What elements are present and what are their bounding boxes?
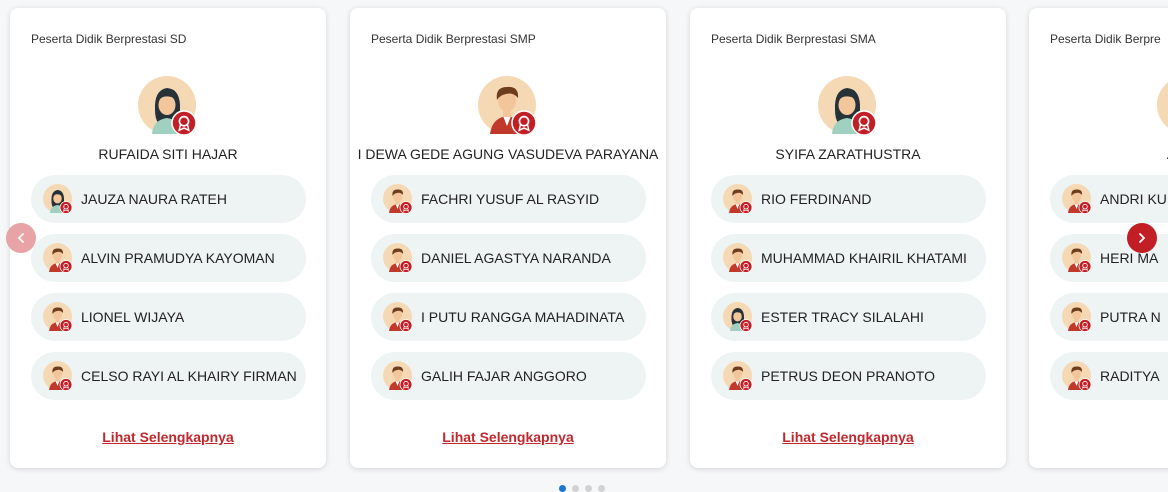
student-list-item[interactable]: MUHAMMAD KHAIRIL KHATAMI: [711, 234, 986, 282]
female-student-icon: [818, 76, 878, 136]
featured-student-name: AISYA: [1029, 146, 1168, 162]
student-name: CELSO RAYI AL KHAIRY FIRMAN: [81, 368, 297, 384]
card-title: Peserta Didik Berprestasi SD: [31, 32, 187, 46]
male-student-icon: [478, 76, 538, 136]
male-student-icon: [1062, 242, 1092, 274]
male-student-icon: [383, 360, 413, 392]
see-more-link[interactable]: Lihat Selengkapnya: [10, 429, 326, 445]
male-student-icon: [383, 242, 413, 274]
carousel-track: Peserta Didik Berprestasi SD RUFAIDA SIT…: [0, 0, 1168, 491]
student-list-item[interactable]: RADITYA: [1050, 352, 1168, 400]
student-name: ESTER TRACY SILALAHI: [761, 309, 924, 325]
featured-student-name: RUFAIDA SITI HAJAR: [98, 146, 238, 162]
chevron-left-icon: [17, 233, 24, 243]
featured-student: [350, 76, 666, 150]
chevron-right-icon: [1139, 233, 1146, 243]
student-list: JAUZA NAURA RATEH ALVIN PRAMUDYA KAYOMAN…: [31, 175, 306, 411]
male-student-icon: [723, 242, 753, 274]
see-more-link[interactable]: Lihat Selengkapnya: [350, 429, 666, 445]
student-list-item[interactable]: JAUZA NAURA RATEH: [31, 175, 306, 223]
male-student-icon: [383, 301, 413, 333]
student-list: RIO FERDINAND MUHAMMAD KHAIRIL KHATAMI E…: [711, 175, 986, 411]
student-list-item[interactable]: LIONEL WIJAYA: [31, 293, 306, 341]
student-list-item[interactable]: ESTER TRACY SILALAHI: [711, 293, 986, 341]
student-name: PUTRA N: [1100, 309, 1161, 325]
student-list-item[interactable]: ANDRI KU: [1050, 175, 1168, 223]
male-student-icon: [383, 183, 413, 215]
student-name: GALIH FAJAR ANGGORO: [421, 368, 587, 384]
student-list-item[interactable]: FACHRI YUSUF AL RASYID: [371, 175, 646, 223]
featured-student: [1029, 76, 1168, 150]
card-title: Peserta Didik Berprestasi SMP: [371, 32, 536, 46]
achievement-card: Peserta Didik Berprestasi SMP I DEWA GED…: [350, 8, 666, 468]
featured-student: [690, 76, 1006, 150]
student-name: ALVIN PRAMUDYA KAYOMAN: [81, 250, 275, 266]
student-list-item[interactable]: PETRUS DEON PRANOTO: [711, 352, 986, 400]
student-list: FACHRI YUSUF AL RASYID DANIEL AGASTYA NA…: [371, 175, 646, 411]
female-student-icon: [138, 76, 198, 136]
carousel-prev-button[interactable]: [6, 223, 36, 253]
female-student-icon: [43, 183, 73, 215]
featured-student: [10, 76, 326, 150]
student-list-item[interactable]: PUTRA N: [1050, 293, 1168, 341]
featured-student-name: SYIFA ZARATHUSTRA: [775, 146, 921, 162]
achievement-card: Peserta Didik Berprestasi SD RUFAIDA SIT…: [10, 8, 326, 468]
student-name: PETRUS DEON PRANOTO: [761, 368, 935, 384]
see-more-link[interactable]: Lihat: [1029, 429, 1168, 445]
male-student-icon: [1062, 183, 1092, 215]
student-list-item[interactable]: RIO FERDINAND: [711, 175, 986, 223]
student-name: ANDRI KU: [1100, 191, 1167, 207]
student-list-item[interactable]: DANIEL AGASTYA NARANDA: [371, 234, 646, 282]
male-student-icon: [1062, 301, 1092, 333]
student-name: MUHAMMAD KHAIRIL KHATAMI: [761, 250, 967, 266]
card-title: Peserta Didik Berprestasi SMA: [711, 32, 876, 46]
student-name: FACHRI YUSUF AL RASYID: [421, 191, 600, 207]
male-student-icon: [43, 360, 73, 392]
student-name: DANIEL AGASTYA NARANDA: [421, 250, 611, 266]
carousel-next-button[interactable]: [1127, 223, 1157, 253]
featured-student-name: I DEWA GEDE AGUNG VASUDEVA PARAYANA: [357, 146, 659, 162]
male-student-icon: [1062, 360, 1092, 392]
male-student-icon: [723, 183, 753, 215]
student-name: HERI MA: [1100, 250, 1159, 266]
student-name: RADITYA: [1100, 368, 1160, 384]
student-list-item[interactable]: I PUTU RANGGA MAHADINATA: [371, 293, 646, 341]
student-name: RIO FERDINAND: [761, 191, 872, 207]
student-list: ANDRI KU HERI MA PUTRA N RADITYA: [1050, 175, 1168, 411]
card-title: Peserta Didik Berpre: [1050, 32, 1161, 46]
male-student-icon: [723, 360, 753, 392]
student-list-item[interactable]: GALIH FAJAR ANGGORO: [371, 352, 646, 400]
student-name: LIONEL WIJAYA: [81, 309, 185, 325]
male-student-icon: [43, 301, 73, 333]
male-student-icon: [43, 242, 73, 274]
student-list-item[interactable]: ALVIN PRAMUDYA KAYOMAN: [31, 234, 306, 282]
female-student-icon: [723, 301, 753, 333]
female-student-icon: [1157, 76, 1168, 136]
achievement-card: Peserta Didik Berprestasi SMA SYIFA ZARA…: [690, 8, 1006, 468]
student-name: I PUTU RANGGA MAHADINATA: [421, 309, 625, 325]
student-name: JAUZA NAURA RATEH: [81, 191, 227, 207]
see-more-link[interactable]: Lihat Selengkapnya: [690, 429, 1006, 445]
student-list-item[interactable]: CELSO RAYI AL KHAIRY FIRMAN: [31, 352, 306, 400]
